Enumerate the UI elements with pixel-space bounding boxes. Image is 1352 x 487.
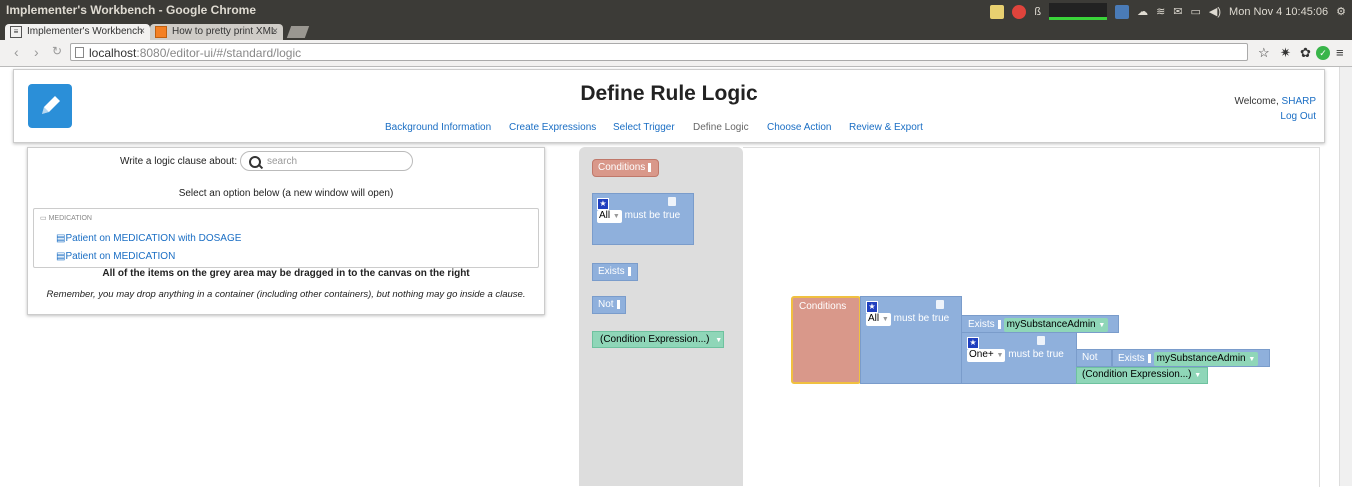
stackoverflow-favicon-icon (155, 26, 167, 38)
mail-icon[interactable]: ✉ (1173, 5, 1182, 18)
palette-exists-block[interactable]: Exists (592, 263, 638, 281)
extension-gear-icon[interactable]: ✿ (1300, 45, 1311, 61)
collapse-toggle[interactable] (667, 197, 676, 206)
one-plus-dropdown[interactable]: One+ ▼ (967, 349, 1006, 362)
tab-label: How to pretty print XML (172, 26, 277, 37)
palette-not-block[interactable]: Not (592, 296, 626, 314)
nav-review-export[interactable]: Review & Export (849, 122, 923, 133)
tab-label: Implementer's Workbench (27, 26, 143, 37)
bookmark-star-icon[interactable]: ☆ (1258, 45, 1270, 61)
battery-icon[interactable]: ▭ (1191, 5, 1201, 18)
extension-icon[interactable]: ✷ (1280, 45, 1291, 61)
volume-icon[interactable]: ◀) (1209, 5, 1221, 18)
tab-workbench[interactable]: ≡ Implementer's Workbench × (5, 24, 150, 40)
extension-check-icon[interactable]: ✓ (1316, 46, 1330, 60)
wifi-icon[interactable]: ≋ (1156, 5, 1165, 18)
collapse-toggle[interactable] (935, 300, 944, 309)
medication-group-header: ▭ MEDICATION (40, 215, 92, 222)
tab-xml[interactable]: How to pretty print XML × (150, 24, 283, 40)
page-title: Define Rule Logic (580, 82, 758, 105)
logout-link[interactable]: Log Out (1280, 111, 1316, 122)
page-icon (75, 47, 84, 58)
canvas-exists-block[interactable]: Exists mySubstanceAdmin ▼ (961, 315, 1119, 333)
palette-all-block[interactable]: ★ All ▼ must be true (592, 193, 694, 245)
settings-icon[interactable]: ⚙ (1336, 5, 1346, 18)
tab-strip: ≡ Implementer's Workbench × How to prett… (0, 22, 1352, 40)
browser-toolbar: ‹ › ↻ localhost:8080/editor-ui/#/standar… (0, 40, 1352, 67)
canvas-conditions-block[interactable]: Conditions (791, 296, 861, 384)
forward-icon[interactable]: › (34, 44, 39, 60)
search-placeholder: search (267, 156, 298, 167)
logic-canvas[interactable]: Conditions ★ All ▼ must be true Exists my… (743, 147, 1320, 487)
system-tray: ß ☁ ≋ ✉ ▭ ◀) Mon Nov 4 10:45:06 ⚙ (990, 3, 1346, 20)
palette-condition-expression-block[interactable]: (Condition Expression...) ▼ (592, 331, 724, 348)
window-titlebar: Implementer's Workbench - Google Chrome … (0, 0, 1352, 22)
back-icon[interactable]: ‹ (14, 44, 19, 60)
app-indicator-icon[interactable] (1115, 4, 1130, 19)
must-be-true-label: must be true (1008, 349, 1064, 360)
close-icon[interactable]: × (139, 24, 145, 40)
search-icon (249, 156, 261, 168)
menu-icon[interactable]: ≡ (1336, 45, 1344, 60)
block-icon[interactable] (1012, 4, 1027, 19)
indicator-icon[interactable]: ß (1034, 6, 1041, 18)
medication-group: ▭ MEDICATION ▤Patient on MEDICATION with… (33, 208, 539, 268)
star-icon: ★ (967, 337, 979, 349)
star-icon: ★ (597, 198, 609, 210)
page-content: Define Rule Logic Background Information… (0, 67, 1352, 487)
substance-field[interactable]: mySubstanceAdmin ▼ (1003, 318, 1109, 332)
all-dropdown[interactable]: All ▼ (597, 210, 622, 223)
canvas-exists-block-2[interactable]: Exists mySubstanceAdmin ▼ (1112, 349, 1270, 367)
drag-note: All of the items on the grey area may be… (102, 268, 470, 279)
clause-panel: Write a logic clause about: search Selec… (27, 147, 545, 315)
must-be-true-label: must be true (893, 313, 950, 324)
write-clause-label: Write a logic clause about: (120, 156, 238, 167)
address-bar[interactable]: localhost:8080/editor-ui/#/standard/logi… (70, 43, 1248, 61)
app-header: Define Rule Logic Background Information… (13, 69, 1325, 143)
substance-field-2[interactable]: mySubstanceAdmin ▼ (1153, 352, 1259, 366)
url-path: :8080/editor-ui/#/standard/logic (136, 46, 302, 60)
nav-choose-action[interactable]: Choose Action (767, 122, 832, 133)
canvas-not-block[interactable]: Not (1076, 349, 1112, 367)
collapse-toggle[interactable] (1036, 336, 1045, 345)
window-title: Implementer's Workbench - Google Chrome (6, 3, 257, 17)
folder-icon: ▭ (40, 215, 49, 222)
block-palette: Conditions ★ All ▼ must be true Exists N… (579, 147, 743, 486)
clock[interactable]: Mon Nov 4 10:45:06 (1229, 6, 1328, 18)
notes-icon[interactable] (990, 4, 1005, 19)
canvas-condition-expression-block[interactable]: (Condition Expression...) ▼ (1076, 367, 1208, 384)
select-hint: Select an option below (a new window wil… (178, 188, 394, 199)
user-link[interactable]: SHARP (1282, 96, 1316, 107)
cloud-icon[interactable]: ☁ (1137, 5, 1148, 18)
must-be-true-label: must be true (624, 210, 681, 221)
nav-define-logic[interactable]: Define Logic (693, 122, 749, 133)
nav-create-expressions[interactable]: Create Expressions (509, 122, 596, 133)
canvas-all-block[interactable]: ★ All ▼ must be true (860, 296, 962, 384)
close-icon[interactable]: × (272, 24, 278, 40)
palette-conditions-block[interactable]: Conditions (592, 159, 659, 177)
all-dropdown[interactable]: All ▼ (866, 313, 891, 326)
star-icon: ★ (866, 301, 878, 313)
nav-background-information[interactable]: Background Information (385, 122, 491, 133)
welcome-box: Welcome, SHARP Log Out (1234, 94, 1316, 124)
canvas-oneplus-block[interactable]: ★ One+ ▼ must be true (961, 332, 1077, 384)
drop-note: Remember, you may drop anything in a con… (46, 289, 526, 300)
option-medication-dosage[interactable]: ▤Patient on MEDICATION with DOSAGE (56, 233, 241, 244)
workbench-favicon-icon: ≡ (10, 26, 22, 38)
search-input[interactable]: search (240, 151, 413, 171)
option-medication[interactable]: ▤Patient on MEDICATION (56, 251, 175, 262)
page-scrollbar[interactable] (1339, 67, 1352, 486)
network-graph-icon (1049, 3, 1108, 20)
welcome-label: Welcome, (1234, 96, 1282, 107)
reload-icon[interactable]: ↻ (52, 44, 62, 58)
url-host: localhost (89, 46, 137, 60)
nav-select-trigger[interactable]: Select Trigger (613, 122, 675, 133)
